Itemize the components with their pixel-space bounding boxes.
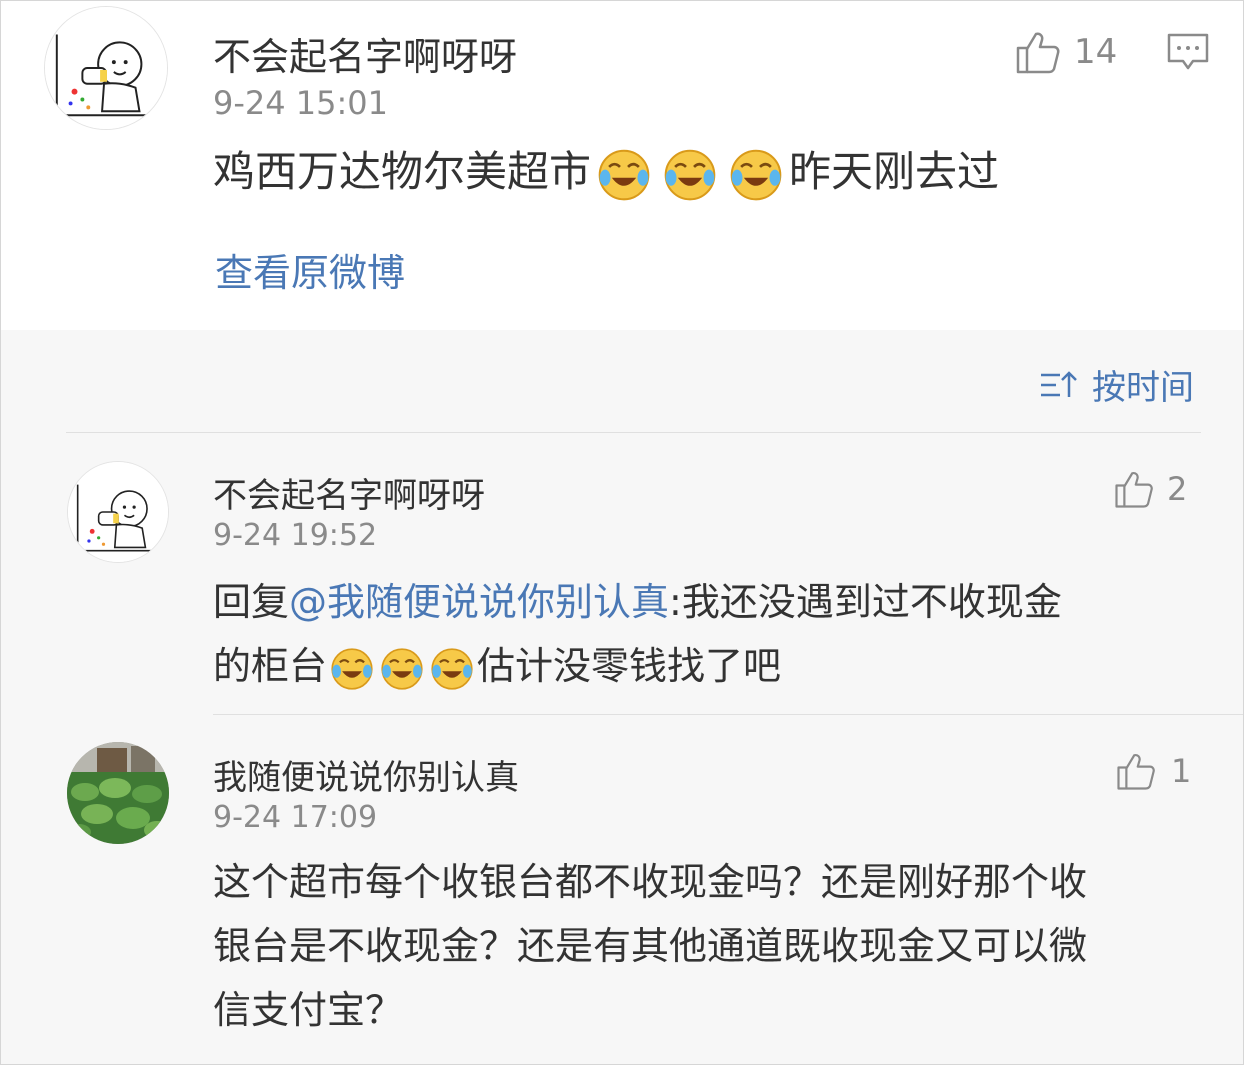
- mention-link[interactable]: @我随便说说你别认真: [289, 580, 669, 624]
- sort-label: 按时间: [1092, 368, 1194, 408]
- like-button[interactable]: 14: [1014, 28, 1117, 76]
- laugh-cry-emoji-icon: [663, 148, 717, 202]
- avatar[interactable]: [67, 461, 169, 563]
- like-button[interactable]: 2: [1113, 468, 1187, 510]
- like-count: 2: [1167, 470, 1188, 508]
- user-name[interactable]: 不会起名字啊呀呀: [213, 26, 517, 81]
- user-name[interactable]: 我随便说说你别认真: [213, 750, 519, 799]
- thumbs-up-icon: [1115, 750, 1157, 792]
- avatar[interactable]: [44, 6, 168, 130]
- like-count: 14: [1074, 32, 1118, 72]
- like-button[interactable]: 1: [1115, 750, 1191, 792]
- comment-text: 回复@我随便说说你别认真:我还没遇到过不收现金 的柜台 估计没零钱找了吧: [213, 570, 1062, 698]
- post-time: 9-24 15:01: [213, 84, 389, 122]
- view-original-link[interactable]: 查看原微博: [215, 242, 405, 297]
- comment-text: 这个超市每个收银台都不收现金吗？还是刚好那个收 银台是不收现金？还是有其他通道既…: [213, 860, 1088, 1032]
- divider: [213, 714, 1244, 715]
- original-post: 不会起名字啊呀呀 9-24 15:01 14 鸡西万达物尔美超市 昨天刚去过 查…: [0, 0, 1244, 330]
- comment-time: 9-24 19:52: [213, 518, 378, 553]
- user-name[interactable]: 不会起名字啊呀呀: [213, 468, 485, 517]
- divider: [66, 432, 1201, 433]
- laugh-cry-emoji-icon: [597, 148, 651, 202]
- laugh-cry-emoji-icon: [330, 647, 374, 691]
- comment-time: 9-24 17:09: [213, 800, 378, 835]
- laugh-cry-emoji-icon: [380, 647, 424, 691]
- laugh-cry-emoji-icon: [729, 148, 783, 202]
- laugh-cry-emoji-icon: [430, 647, 474, 691]
- thumbs-up-icon: [1113, 468, 1155, 510]
- avatar[interactable]: [67, 742, 169, 844]
- thumbs-up-icon: [1014, 28, 1062, 76]
- comment-icon[interactable]: [1166, 32, 1210, 72]
- post-text: 鸡西万达物尔美超市 昨天刚去过: [213, 142, 999, 202]
- like-count: 1: [1171, 752, 1192, 790]
- sort-button[interactable]: 按时间: [1038, 360, 1194, 409]
- sort-icon: [1038, 367, 1078, 403]
